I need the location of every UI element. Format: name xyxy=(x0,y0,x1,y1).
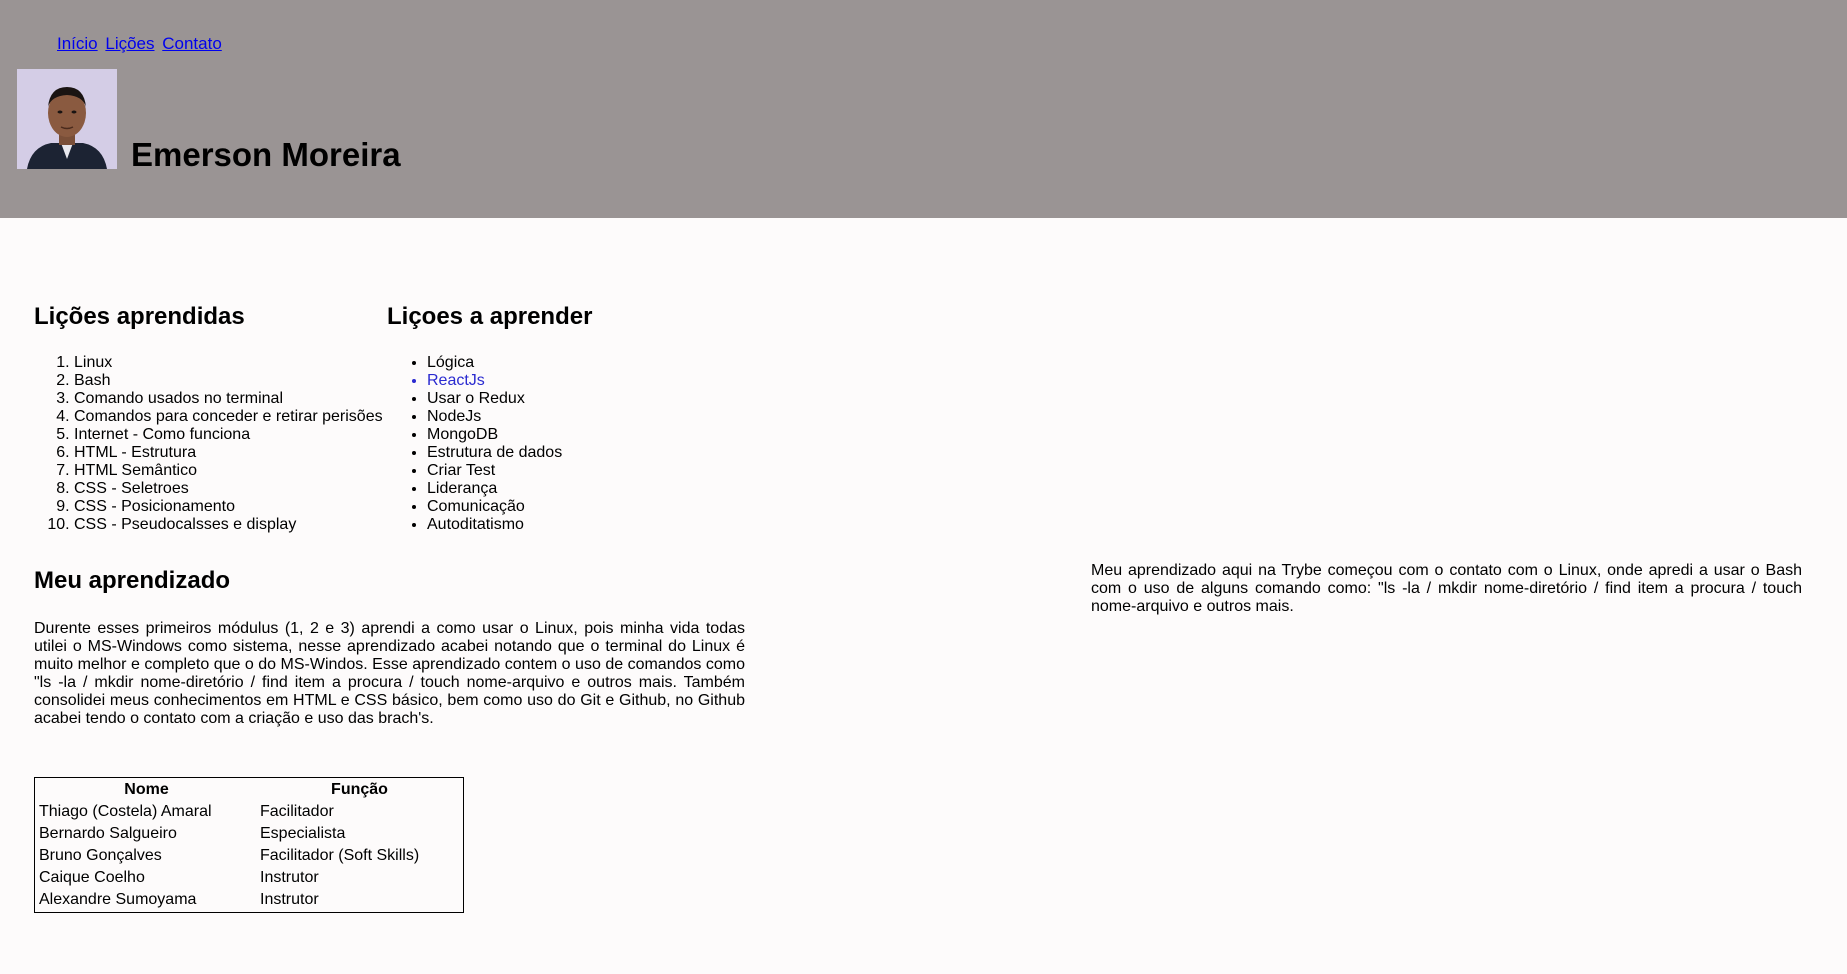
list-item: Criar Test xyxy=(427,462,687,480)
aside-text: Meu aprendizado aqui na Trybe começou co… xyxy=(1091,562,1802,615)
my-learning-section: Meu aprendizado Durente esses primeiros … xyxy=(34,567,745,728)
list-item: Comunicação xyxy=(427,498,687,516)
table-row: Bruno Gonçalves Facilitador (Soft Skills… xyxy=(37,846,461,866)
profile-name: Emerson Moreira xyxy=(131,136,401,173)
list-item: Comando usados no terminal xyxy=(74,390,384,408)
list-item: CSS - Posicionamento xyxy=(74,498,384,516)
list-item: Linux xyxy=(74,354,384,372)
column-header-nome: Nome xyxy=(124,781,169,798)
list-item: HTML Semântico xyxy=(74,462,384,480)
list-item: Comandos para conceder e retirar perisõe… xyxy=(74,408,384,426)
top-nav: Início Lições Contato xyxy=(57,34,225,54)
list-item: Lógica xyxy=(427,354,687,372)
list-item: MongoDB xyxy=(427,426,687,444)
cell-name: Thiago (Costela) Amaral xyxy=(39,803,212,820)
list-item: Internet - Como funciona xyxy=(74,426,384,444)
my-learning-text: Durente esses primeiros módulus (1, 2 e … xyxy=(34,620,745,727)
learned-lessons-section: Lições aprendidas Linux Bash Comando usa… xyxy=(34,303,384,534)
list-item: NodeJs xyxy=(427,408,687,426)
table-row: Caique Coelho Instrutor xyxy=(37,868,461,888)
table-row: Alexandre Sumoyama Instrutor xyxy=(37,890,461,910)
list-item-link[interactable]: ReactJs xyxy=(427,372,687,390)
portrait-image xyxy=(17,69,117,169)
column-header-funcao: Função xyxy=(331,781,388,798)
cell-role: Instrutor xyxy=(260,891,319,908)
cell-role: Facilitador (Soft Skills) xyxy=(260,847,420,864)
list-item: Bash xyxy=(74,372,384,390)
table-header-row: Nome Função xyxy=(37,780,461,800)
my-learning-title: Meu aprendizado xyxy=(34,567,231,594)
cell-name: Bruno Gonçalves xyxy=(39,847,162,864)
nav-link-licoes[interactable]: Lições xyxy=(105,34,154,53)
table-row: Thiago (Costela) Amaral Facilitador xyxy=(37,802,461,822)
list-item: Liderança xyxy=(427,480,687,498)
list-item: Usar o Redux xyxy=(427,390,687,408)
cell-role: Instrutor xyxy=(260,869,319,886)
list-item: CSS - Seletroes xyxy=(74,480,384,498)
page-header: Início Lições Contato Emerson Moreira xyxy=(0,0,1847,218)
list-item: HTML - Estrutura xyxy=(74,444,384,462)
learned-lessons-list: Linux Bash Comando usados no terminal Co… xyxy=(34,354,384,534)
list-item: Autoditatismo xyxy=(427,516,687,534)
cell-name: Caique Coelho xyxy=(39,869,145,886)
avatar xyxy=(17,69,117,169)
to-learn-section: Liçoes a aprender Lógica ReactJs Usar o … xyxy=(387,303,687,534)
table-row: Bernardo Salgueiro Especialista xyxy=(37,824,461,844)
cell-role: Facilitador xyxy=(260,803,334,820)
team-table: Nome Função Thiago (Costela) Amaral Faci… xyxy=(34,777,464,913)
to-learn-list: Lógica ReactJs Usar o Redux NodeJs Mongo… xyxy=(387,354,687,534)
cell-name: Bernardo Salgueiro xyxy=(39,825,177,842)
list-item: Estrutura de dados xyxy=(427,444,687,462)
list-item: CSS - Pseudocalsses e display xyxy=(74,516,384,534)
learned-lessons-title: Lições aprendidas xyxy=(34,303,245,330)
nav-link-contato[interactable]: Contato xyxy=(162,34,222,53)
nav-link-inicio[interactable]: Início xyxy=(57,34,98,53)
to-learn-title: Liçoes a aprender xyxy=(387,303,593,330)
cell-role: Especialista xyxy=(260,825,346,842)
cell-name: Alexandre Sumoyama xyxy=(39,891,197,908)
